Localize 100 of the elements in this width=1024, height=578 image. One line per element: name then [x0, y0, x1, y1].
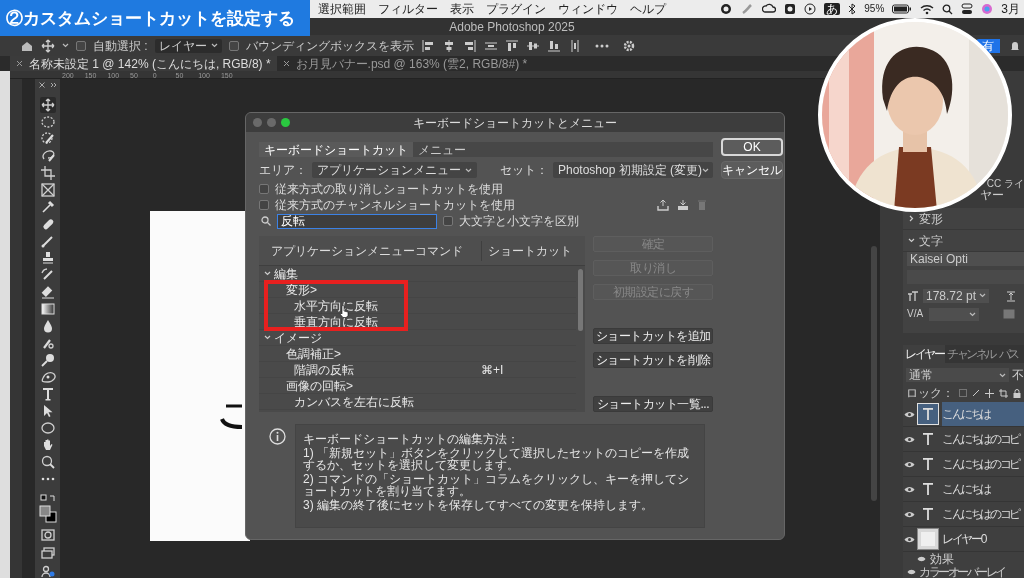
move-icon[interactable] — [41, 38, 55, 53]
screen-mode-icon[interactable] — [39, 546, 56, 560]
font-field[interactable]: Kaisei Opti — [907, 252, 1024, 266]
save-icon[interactable] — [677, 199, 689, 211]
eye-icon[interactable] — [904, 460, 915, 468]
color-swatches-icon[interactable] — [38, 505, 57, 523]
align-left-icon[interactable] — [420, 38, 435, 53]
ellipse-icon[interactable] — [39, 420, 56, 436]
dialog-button[interactable]: ショートカット一覧... — [593, 396, 713, 412]
toggles-icon[interactable] — [961, 3, 974, 15]
layer-name[interactable]: レイヤー 0 — [942, 527, 1024, 551]
menu-item[interactable]: フィルター — [378, 3, 438, 15]
double-chevron-icon[interactable] — [49, 82, 57, 88]
blend-mode-dropdown[interactable]: 通常 — [906, 368, 1009, 382]
panel-tab[interactable]: パス — [996, 345, 1020, 363]
share-people-icon[interactable] — [39, 564, 56, 578]
align-right-icon[interactable] — [462, 38, 477, 53]
checkbox[interactable] — [228, 40, 239, 51]
dialog-button[interactable]: ショートカットを追加 — [593, 328, 713, 344]
panel-tab[interactable]: レイヤー — [903, 345, 945, 363]
dialog-button[interactable]: キャンセル — [721, 161, 783, 179]
record-icon[interactable] — [720, 3, 733, 15]
close-icon[interactable] — [282, 60, 290, 67]
dialog-tab[interactable]: キーボードショートカット — [259, 142, 413, 157]
layer-row[interactable]: こんにちは — [903, 477, 1024, 502]
chevron-icon[interactable] — [908, 237, 915, 244]
search-icon[interactable] — [942, 3, 954, 15]
ellipse-marquee-icon[interactable] — [39, 114, 56, 130]
brush-icon[interactable] — [39, 233, 56, 249]
rounded-square-icon[interactable] — [784, 3, 797, 15]
dodge-icon[interactable] — [39, 352, 56, 368]
eye-icon[interactable] — [904, 485, 915, 493]
section-title[interactable]: 変形 — [919, 212, 943, 225]
bluetooth-icon[interactable] — [848, 3, 857, 15]
panel-tab[interactable]: チャンネル — [945, 345, 997, 363]
align-bottom-icon[interactable] — [546, 38, 561, 53]
menu-item[interactable]: 選択範囲 — [318, 3, 366, 15]
zoom-icon[interactable] — [39, 454, 56, 470]
input-mode-indicator[interactable]: あ — [824, 3, 841, 15]
set-dropdown[interactable]: Photoshop 初期設定 (変更) — [553, 162, 713, 178]
layer-name[interactable]: こんにちは — [942, 402, 1024, 426]
menu-item[interactable]: プラグイン — [486, 3, 546, 15]
gradient-icon[interactable] — [39, 301, 56, 317]
layer-name[interactable]: こんにちは のコピ — [942, 427, 1024, 451]
settings-icon[interactable] — [621, 38, 636, 53]
layer-row[interactable]: こんにちは のコピ — [903, 452, 1024, 477]
menu-item[interactable]: ウィンドウ — [558, 3, 618, 15]
checkbox[interactable] — [259, 184, 269, 194]
checkbox[interactable] — [76, 40, 86, 51]
pen-icon[interactable] — [39, 369, 56, 385]
target-dropdown[interactable]: レイヤー — [154, 38, 222, 53]
area-dropdown[interactable]: アプリケーションメニュー — [312, 162, 477, 178]
swap-colors-icon[interactable] — [39, 494, 56, 504]
quick-selection-icon[interactable] — [39, 131, 56, 147]
layer-row[interactable]: レイヤー 0 — [903, 527, 1024, 552]
cloud-icon[interactable] — [762, 3, 777, 15]
eye-icon[interactable] — [904, 435, 915, 443]
column-header[interactable]: ショートカット — [481, 240, 572, 261]
artboard-icon[interactable] — [999, 388, 1008, 398]
layer-row[interactable]: こんにちは のコピ — [903, 427, 1024, 452]
close-icon[interactable] — [38, 82, 45, 88]
search-field[interactable]: 反転 — [277, 213, 437, 229]
move-icon[interactable] — [39, 97, 56, 113]
eye-icon[interactable] — [904, 535, 915, 543]
frame-icon[interactable] — [39, 182, 56, 198]
layer-name[interactable]: こんにちは のコピ — [942, 452, 1024, 476]
menu-command[interactable]: 色調補正> — [286, 347, 341, 360]
chevron-icon[interactable] — [908, 215, 915, 222]
section-title[interactable]: 文字 — [919, 234, 943, 247]
menu-command[interactable]: 階調の反転 — [294, 363, 354, 376]
eye-icon[interactable] — [904, 510, 915, 518]
menu-command[interactable]: カンバスを左右に反転 — [294, 395, 414, 408]
chevron-icon[interactable] — [264, 270, 271, 277]
menu-command[interactable]: イメージ — [274, 331, 322, 344]
menu-command[interactable]: 編集 — [274, 267, 298, 280]
document-tab[interactable]: 名称未設定 1 @ 142% (こんにちは, RGB/8) * — [10, 56, 277, 71]
export-icon[interactable] — [657, 199, 669, 211]
battery-icon[interactable] — [892, 4, 913, 14]
more-icon[interactable] — [594, 43, 609, 48]
scrollbar[interactable] — [871, 246, 877, 501]
crop-icon[interactable] — [39, 165, 56, 181]
dialog-tab[interactable]: メニュー — [413, 142, 471, 157]
tracking-field[interactable] — [929, 307, 979, 321]
menu-command[interactable]: 垂直方向に反転 — [294, 315, 378, 328]
layer-name[interactable]: こんにちは — [942, 477, 1024, 501]
brush-icon[interactable] — [972, 389, 980, 397]
bell-icon[interactable] — [1010, 39, 1020, 52]
window-zoom-button[interactable] — [281, 118, 290, 127]
play-icon[interactable] — [804, 3, 817, 15]
lock-icon[interactable] — [1013, 388, 1021, 398]
menu-command[interactable]: 変形> — [286, 283, 317, 296]
eye-icon[interactable] — [904, 410, 915, 418]
chevron-icon[interactable] — [264, 334, 271, 341]
checkbox[interactable] — [259, 200, 269, 210]
menu-item[interactable]: ヘルプ — [630, 3, 666, 15]
wifi-icon[interactable] — [920, 3, 935, 15]
align-top-icon[interactable] — [504, 38, 519, 53]
layer-row[interactable]: こんにちは のコピ — [903, 502, 1024, 527]
layer-row[interactable]: こんにちは — [903, 402, 1024, 427]
close-icon[interactable] — [16, 60, 23, 67]
